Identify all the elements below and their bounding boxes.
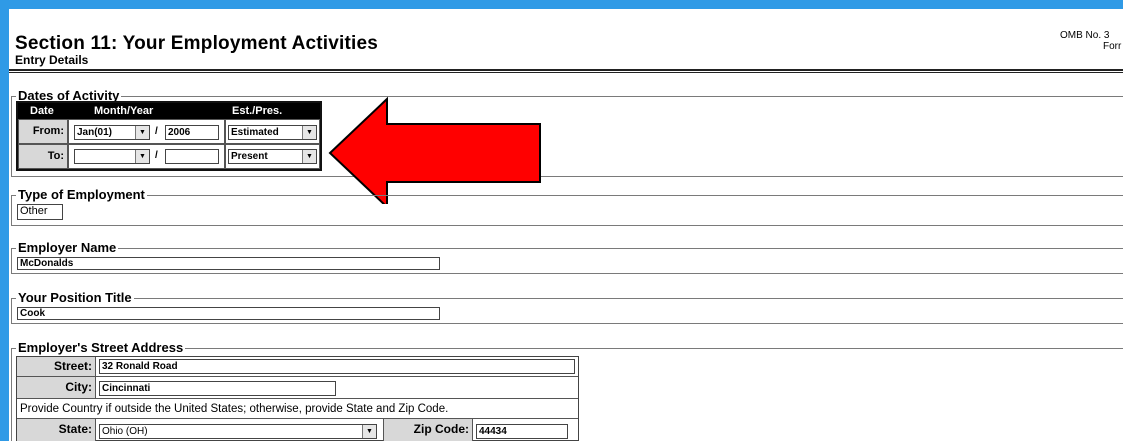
note-row: Provide Country if outside the United St… [17, 399, 578, 419]
from-month-select[interactable]: Jan(01) ▼ [74, 125, 150, 140]
street-address-legend: Employer's Street Address [16, 340, 186, 355]
red-arrow-annotation [328, 96, 541, 204]
section-divider [11, 273, 1123, 274]
position-title-input[interactable]: Cook [17, 307, 440, 320]
to-label: To: [18, 144, 68, 169]
street-row: Street: 32 Ronald Road [17, 357, 578, 377]
street-label: Street: [17, 357, 96, 376]
zip-code-input[interactable]: 44434 [476, 424, 568, 439]
city-row: City: Cincinnati [17, 377, 578, 399]
zip-code-label: Zip Code: [383, 419, 473, 441]
date-separator: / [155, 150, 158, 161]
street-input[interactable]: 32 Ronald Road [99, 359, 575, 374]
section-divider [11, 96, 1123, 97]
to-estimate-select[interactable]: Present ▼ [228, 149, 317, 164]
state-label: State: [17, 419, 96, 441]
dates-table-header: Date Month/Year Est./Pres. [18, 103, 320, 119]
type-of-employment-legend: Type of Employment [16, 187, 147, 202]
section-bracket [11, 96, 12, 176]
page-subtitle: Entry Details [15, 53, 89, 67]
to-estimate-value: Present [231, 151, 268, 162]
section-bracket [11, 195, 12, 225]
section-divider [11, 225, 1123, 226]
country-instruction: Provide Country if outside the United St… [20, 403, 449, 415]
page-title: Section 11: Your Employment Activities [15, 33, 379, 54]
arrow-shape [328, 96, 541, 204]
section-bracket [11, 298, 12, 323]
window-frame-left [0, 0, 9, 441]
chevron-down-icon[interactable]: ▼ [302, 126, 316, 139]
col-month-year: Month/Year [94, 105, 154, 117]
chevron-down-icon[interactable]: ▼ [302, 150, 316, 163]
section-divider [11, 323, 1123, 324]
window-frame-top [0, 0, 1123, 9]
city-input[interactable]: Cincinnati [99, 381, 336, 396]
section-bracket [11, 248, 12, 273]
from-month-value: Jan(01) [77, 127, 113, 138]
date-separator: / [155, 126, 158, 137]
omb-number: OMB No. 3 [1060, 30, 1110, 41]
chevron-down-icon[interactable]: ▼ [135, 150, 149, 163]
state-value: Ohio (OH) [102, 426, 148, 437]
employer-name-input[interactable]: McDonalds [17, 257, 440, 270]
from-estimate-value: Estimated [231, 127, 279, 138]
section-divider [11, 176, 1123, 177]
state-zip-row: State: Ohio (OH) ▼ Zip Code: 44434 [17, 419, 578, 441]
section-divider [11, 248, 1123, 249]
header-divider [9, 69, 1123, 73]
chevron-down-icon[interactable]: ▼ [135, 126, 149, 139]
employment-type-field[interactable]: Other [17, 204, 63, 220]
city-label: City: [17, 377, 96, 398]
col-date: Date [30, 105, 54, 117]
from-estimate-select[interactable]: Estimated ▼ [228, 125, 317, 140]
to-month-select[interactable]: ▼ [74, 149, 150, 164]
section-divider [11, 195, 1123, 196]
employer-name-legend: Employer Name [16, 240, 119, 255]
from-year-input[interactable]: 2006 [165, 125, 219, 140]
col-est-pres: Est./Pres. [232, 105, 283, 117]
dates-table: Date Month/Year Est./Pres. From: Jan(01)… [16, 101, 322, 171]
form-label: Forr [1103, 41, 1122, 52]
from-label: From: [18, 119, 68, 144]
position-title-legend: Your Position Title [16, 290, 134, 305]
address-table: Street: 32 Ronald Road City: Cincinnati … [16, 356, 579, 441]
to-year-input[interactable] [165, 149, 219, 164]
chevron-down-icon[interactable]: ▼ [362, 425, 376, 438]
state-select[interactable]: Ohio (OH) ▼ [99, 424, 377, 439]
section-divider [11, 298, 1123, 299]
section-bracket [11, 348, 12, 441]
